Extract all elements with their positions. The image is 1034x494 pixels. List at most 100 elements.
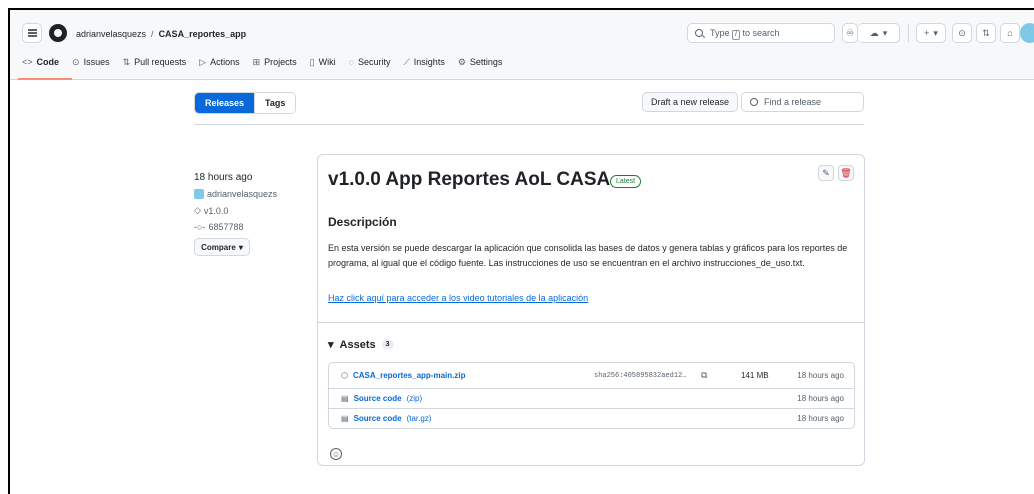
- breadcrumb: adrianvelasquezs / CASA_reportes_app: [76, 29, 246, 39]
- description-text: En esta versión se puede descargar la ap…: [328, 243, 848, 268]
- owner-link[interactable]: adrianvelasquezs: [76, 29, 146, 39]
- asset-size: 141 MB: [741, 371, 769, 380]
- triangle-down-icon: ▾: [328, 339, 334, 351]
- author-avatar: [194, 189, 204, 199]
- asset-name: Source code: [353, 394, 402, 403]
- reaction-icon[interactable]: ☺: [330, 448, 342, 460]
- asset-suffix: (zip): [406, 394, 423, 403]
- assets-toggle[interactable]: ▾ Assets 3: [328, 338, 394, 351]
- tab-issues[interactable]: ⊙ Issues: [72, 54, 110, 70]
- tab-settings[interactable]: ⚙ Settings: [458, 54, 503, 70]
- search-icon: [695, 29, 703, 37]
- copy-icon[interactable]: ⧉: [701, 370, 707, 381]
- tag-name: v1.0.0: [203, 205, 229, 216]
- release-author[interactable]: adrianvelasquezs: [194, 189, 277, 199]
- tab-label: Code: [36, 57, 60, 67]
- author-name: adrianvelasquezs: [207, 189, 278, 199]
- tab-projects[interactable]: ⊞ Projects: [253, 54, 297, 70]
- tab-insights[interactable]: ⟋ Insights: [403, 54, 444, 70]
- copilot-icon[interactable]: ♾: [842, 23, 858, 43]
- search-suffix: to search: [742, 28, 780, 38]
- assets-title: Assets: [339, 338, 376, 351]
- asset-link[interactable]: ▤ Source code (tar.gz): [341, 414, 431, 423]
- menu-icon[interactable]: [22, 23, 42, 43]
- asset-suffix: (tar.gz): [406, 414, 432, 423]
- tab-label: Security: [357, 57, 391, 67]
- gear-icon: ⚙: [457, 56, 466, 67]
- compare-label: Compare: [201, 242, 236, 252]
- active-tab-indicator: [18, 78, 72, 80]
- asset-name: CASA_reportes_app-main.zip: [352, 371, 466, 380]
- create-new-button[interactable]: + ▾: [916, 23, 946, 43]
- commit-sha: 6857788: [208, 222, 244, 232]
- divider: [194, 124, 864, 125]
- issues-icon[interactable]: ⊙: [952, 23, 972, 43]
- latest-badge: Latest: [610, 175, 642, 188]
- asset-link[interactable]: ▤ Source code (zip): [341, 394, 422, 403]
- breadcrumb-separator: /: [151, 29, 154, 39]
- pr-icon: ⇅: [122, 56, 131, 67]
- package-icon: ⬡: [341, 371, 348, 380]
- asset-row: ▤ Source code (zip) 18 hours ago: [329, 388, 854, 408]
- graph-icon: ⟋: [403, 56, 410, 67]
- chevron-down-icon: ▾: [933, 27, 938, 38]
- tab-label: Projects: [264, 57, 297, 67]
- asset-link[interactable]: ⬡ CASA_reportes_app-main.zip: [341, 371, 465, 380]
- repo-link[interactable]: CASA_reportes_app: [159, 29, 247, 39]
- browser-frame: adrianvelasquezs / CASA_reportes_app Type …: [8, 8, 1034, 494]
- github-logo-icon[interactable]: [49, 24, 67, 42]
- description-heading: Descripción: [328, 215, 397, 229]
- release-commit[interactable]: -○- 6857788: [194, 222, 277, 232]
- release-title[interactable]: v1.0.0 App Reportes AoL CASA: [328, 169, 610, 191]
- tag-icon: ◇: [194, 205, 201, 215]
- edit-icon[interactable]: ✎: [818, 165, 834, 181]
- copilot-menu[interactable]: ☁ ▾: [858, 23, 900, 43]
- repo-header: adrianvelasquezs / CASA_reportes_app Type …: [10, 10, 1034, 80]
- asset-date: 18 hours ago: [797, 394, 844, 403]
- tab-label: Settings: [469, 57, 503, 67]
- header-divider: [908, 24, 909, 42]
- release-card: v1.0.0 App Reportes AoL CASA Latest ✎ 🗑 …: [317, 154, 865, 466]
- draft-release-button[interactable]: Draft a new release: [642, 92, 738, 112]
- trash-icon[interactable]: 🗑: [838, 165, 854, 181]
- tutorials-link[interactable]: Haz click aquí para acceder a los video …: [328, 293, 588, 303]
- commit-icon: -○-: [194, 222, 206, 232]
- tab-label: Wiki: [318, 57, 336, 67]
- search-input[interactable]: Type / to search: [687, 23, 835, 43]
- tab-label: Actions: [210, 57, 240, 67]
- tab-label: Issues: [83, 57, 110, 67]
- pull-requests-icon[interactable]: ⇅: [976, 23, 996, 43]
- asset-row: ⬡ CASA_reportes_app-main.zip sha256:40589…: [329, 363, 854, 388]
- releases-tags-toggle: Releases Tags: [194, 92, 297, 114]
- compare-button[interactable]: Compare ▾: [194, 238, 250, 256]
- asset-date: 18 hours ago: [797, 371, 844, 380]
- tab-pull-requests[interactable]: ⇅ Pull requests: [123, 54, 187, 70]
- avatar[interactable]: [1020, 23, 1034, 43]
- inbox-icon[interactable]: ⌂: [1000, 23, 1020, 43]
- plus-icon: +: [924, 28, 930, 38]
- assets-count: 3: [381, 340, 394, 349]
- tab-actions[interactable]: ▷ Actions: [199, 54, 239, 70]
- find-release-placeholder: Find a release: [764, 97, 822, 107]
- issue-icon: ⊙: [72, 56, 80, 67]
- find-release-input[interactable]: Find a release: [741, 92, 864, 112]
- file-zip-icon: ▤: [341, 414, 349, 423]
- tab-label: Pull requests: [134, 57, 187, 67]
- assets-list: ⬡ CASA_reportes_app-main.zip sha256:40589…: [328, 362, 855, 429]
- play-icon: ▷: [199, 56, 207, 67]
- book-icon: ▯: [309, 56, 315, 67]
- code-icon: <>: [22, 57, 33, 67]
- tab-security[interactable]: ◌ Security: [349, 54, 391, 70]
- repo-tabs: <> Code ⊙ Issues ⇅ Pull requests ▷ Actions ⊞…: [22, 54, 502, 70]
- asset-row: ▤ Source code (tar.gz) 18 hours ago: [329, 408, 854, 428]
- asset-sha: sha256:405895832aed12…: [594, 371, 687, 380]
- tab-wiki[interactable]: ▯ Wiki: [310, 54, 336, 70]
- chevron-down-icon: ▾: [882, 27, 888, 38]
- releases-tab[interactable]: Releases: [195, 93, 255, 113]
- tab-code[interactable]: <> Code: [22, 54, 59, 70]
- tab-label: Insights: [413, 57, 445, 67]
- shield-icon: ◌: [348, 57, 354, 67]
- release-tag[interactable]: ◇ v1.0.0: [194, 205, 277, 216]
- search-shortcut-key: /: [732, 30, 740, 40]
- tags-tab[interactable]: Tags: [254, 93, 296, 113]
